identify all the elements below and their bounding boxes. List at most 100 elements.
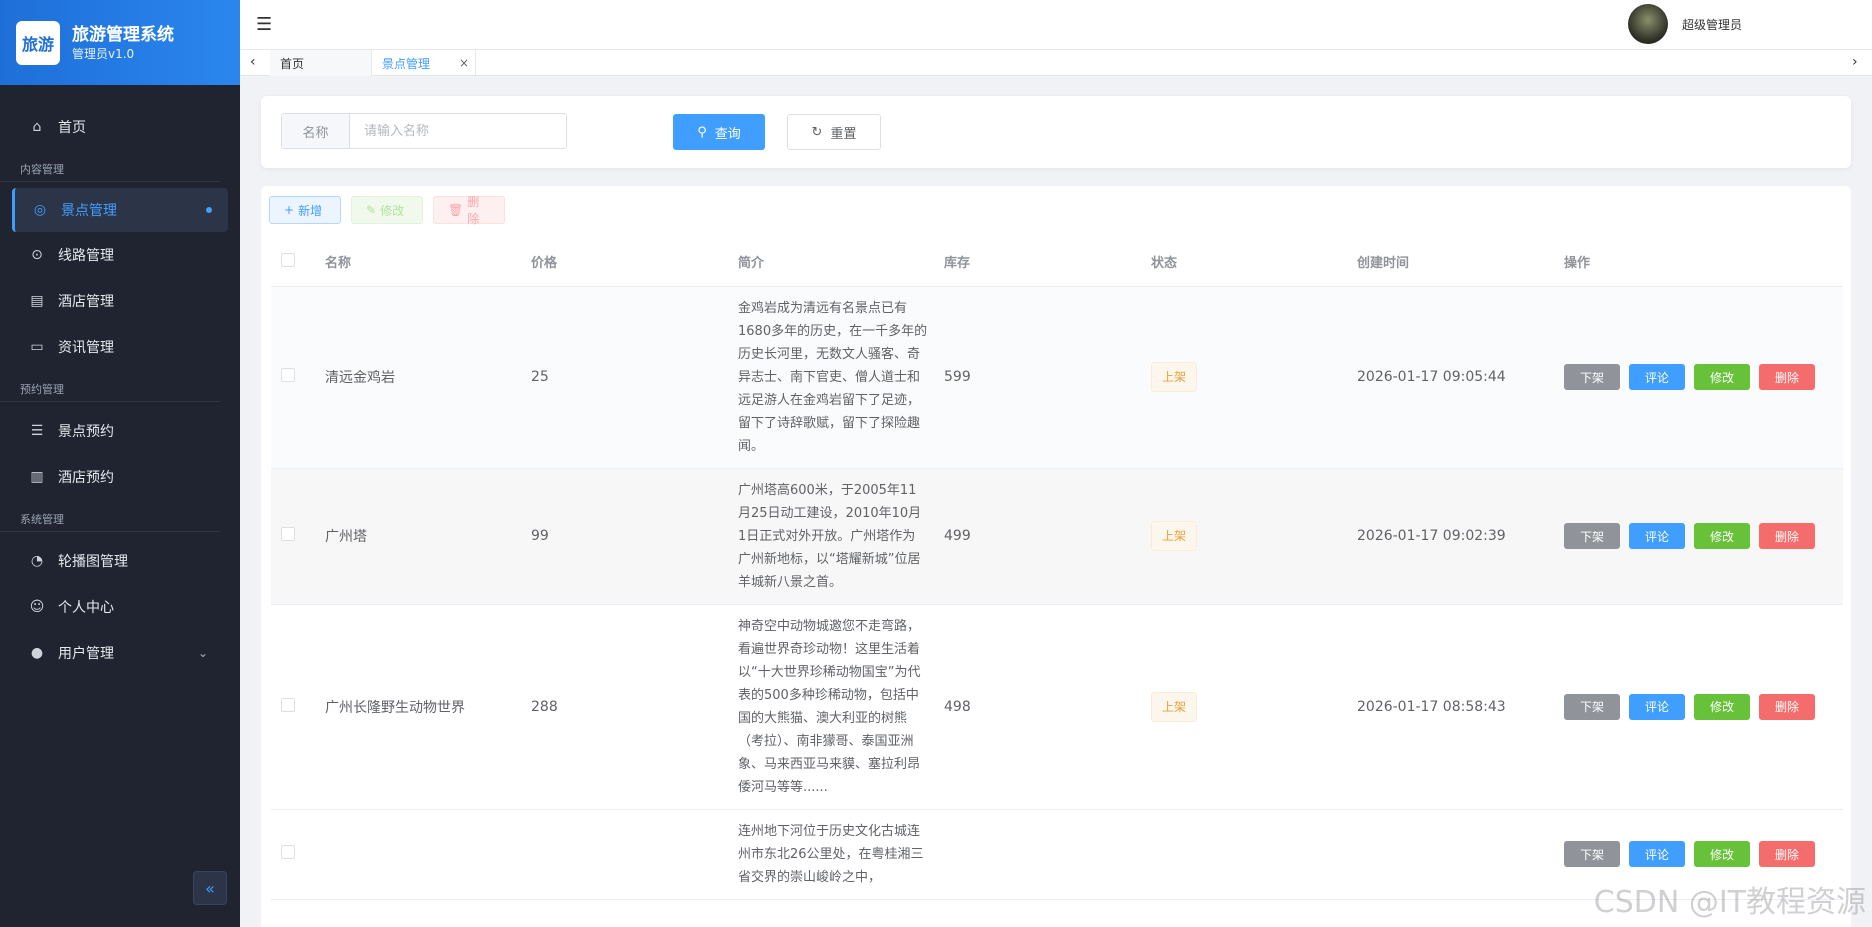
modify-button[interactable]: 修改 bbox=[1694, 693, 1750, 720]
plus-icon: + bbox=[284, 203, 295, 217]
cell-desc: 连州地下河位于历史文化古城连州市东北26公里处，在粤桂湘三省交界的崇山峻岭之中， bbox=[738, 823, 924, 885]
sidebar-item-users[interactable]: ● 用户管理 ⌄ bbox=[0, 630, 240, 676]
row-checkbox[interactable] bbox=[281, 697, 295, 712]
sidebar-item-news[interactable]: ▭ 资讯管理 bbox=[0, 324, 240, 370]
tabs-bar: ‹ 首页 景点管理 × › bbox=[240, 50, 1872, 76]
offline-button[interactable]: 下架 bbox=[1564, 523, 1620, 549]
cell-name bbox=[325, 809, 531, 900]
name-search-field: 名称 bbox=[281, 113, 567, 149]
cell-price: 288 bbox=[531, 604, 738, 810]
offline-button[interactable]: 下架 bbox=[1564, 364, 1620, 390]
comment-button[interactable]: 评论 bbox=[1629, 693, 1685, 720]
table-row: 广州长隆野生动物世界 288 神奇空中动物城邀您不走弯路，看遍世界奇珍动物！这里… bbox=[271, 604, 1843, 810]
document-icon: ▭ bbox=[30, 339, 44, 355]
cell-created: 2026-01-17 09:05:44 bbox=[1357, 286, 1564, 469]
search-label: 名称 bbox=[282, 114, 350, 148]
users-icon: ● bbox=[30, 645, 44, 661]
scenic-table: 名称 价格 简介 库存 状态 创建时间 操作 清远金鸡岩 25 金鸡岩成为清远有… bbox=[271, 238, 1843, 900]
trash-icon: 🗑 bbox=[448, 203, 464, 217]
edit-button[interactable]: ✎ 修改 bbox=[351, 196, 423, 224]
cell-name: 广州塔 bbox=[325, 468, 531, 605]
user-name[interactable]: 超级管理员 bbox=[1682, 16, 1742, 33]
sidebar: 旅游 旅游管理系统 管理员v1.0 ⌂ 首页 内容管理 ◎ 景点管理 ⊙ 线路管… bbox=[0, 0, 240, 927]
reset-button[interactable]: ↻ 重置 bbox=[787, 114, 881, 150]
row-checkbox[interactable] bbox=[281, 845, 295, 859]
select-all-checkbox[interactable] bbox=[281, 252, 295, 267]
delete-button[interactable]: 🗑 删除 bbox=[433, 195, 505, 226]
close-icon[interactable]: × bbox=[459, 56, 469, 70]
user-icon: ☺ bbox=[29, 599, 45, 615]
sidebar-item-label: 个人中心 bbox=[58, 600, 114, 616]
comment-button[interactable]: 评论 bbox=[1629, 364, 1685, 390]
column-header: 状态 bbox=[1151, 238, 1357, 287]
sidebar-item-home[interactable]: ⌂ 首页 bbox=[0, 104, 240, 150]
column-header: 创建时间 bbox=[1357, 238, 1564, 287]
sidebar-item-label: 轮播图管理 bbox=[58, 554, 128, 570]
sidebar-item-route[interactable]: ⊙ 线路管理 bbox=[0, 232, 240, 278]
tab-scenic[interactable]: 景点管理 × bbox=[372, 50, 476, 76]
query-label: 查询 bbox=[714, 126, 741, 142]
tab-label: 景点管理 bbox=[382, 56, 431, 71]
table-toolbar: + 新增 ✎ 修改 🗑 删除 bbox=[269, 195, 505, 226]
sidebar-item-scenic-booking[interactable]: ☰ 景点预约 bbox=[0, 408, 240, 454]
sidebar-item-label: 酒店管理 bbox=[58, 294, 114, 310]
cell-desc: 金鸡岩成为清远有名景点已有1680多年的历史，在一千多年的历史长河里，无数文人骚… bbox=[738, 300, 928, 454]
cell-status bbox=[1151, 809, 1357, 900]
sidebar-item-profile[interactable]: ☺ 个人中心 bbox=[0, 584, 240, 630]
sidebar-item-hotel[interactable]: ▤ 酒店管理 bbox=[0, 278, 240, 324]
sidebar-item-hotel-booking[interactable]: ▥ 酒店预约 bbox=[0, 454, 240, 500]
modify-button[interactable]: 修改 bbox=[1694, 364, 1750, 390]
app-logo: 旅游 bbox=[16, 20, 60, 65]
cell-created: 2026-01-17 09:02:39 bbox=[1357, 468, 1564, 605]
remove-button[interactable]: 删除 bbox=[1759, 523, 1815, 549]
modify-button[interactable]: 修改 bbox=[1694, 523, 1750, 549]
table-row: 广州塔 99 广州塔高600米，于2005年11月25日动工建设，2010年10… bbox=[271, 468, 1843, 605]
sidebar-item-label: 用户管理 bbox=[58, 646, 114, 662]
menu-group-booking: 预约管理 bbox=[0, 370, 220, 402]
sidebar-menu: ⌂ 首页 内容管理 ◎ 景点管理 ⊙ 线路管理 ▤ 酒店管理 ▭ 资讯管理 预约… bbox=[0, 104, 240, 676]
location-icon: ◎ bbox=[33, 202, 47, 218]
status-badge: 上架 bbox=[1151, 521, 1198, 551]
row-checkbox[interactable] bbox=[281, 368, 295, 382]
avatar[interactable] bbox=[1628, 4, 1668, 44]
status-badge: 上架 bbox=[1151, 691, 1198, 722]
offline-button[interactable]: 下架 bbox=[1564, 841, 1620, 867]
search-input[interactable] bbox=[350, 114, 566, 148]
sidebar-item-label: 景点管理 bbox=[61, 203, 117, 219]
edit-icon: ✎ bbox=[366, 203, 377, 217]
row-checkbox[interactable] bbox=[281, 527, 295, 541]
table-row: 清远金鸡岩 25 金鸡岩成为清远有名景点已有1680多年的历史，在一千多年的历史… bbox=[271, 286, 1843, 469]
remove-button[interactable]: 删除 bbox=[1759, 364, 1815, 390]
comment-button[interactable]: 评论 bbox=[1629, 523, 1685, 549]
cell-stock bbox=[944, 809, 1151, 900]
add-button[interactable]: + 新增 bbox=[269, 196, 341, 224]
chevron-right-icon[interactable]: › bbox=[1852, 54, 1858, 70]
offline-button[interactable]: 下架 bbox=[1564, 693, 1620, 720]
logo-area: 旅游 旅游管理系统 管理员v1.0 bbox=[0, 0, 240, 85]
sidebar-item-label: 线路管理 bbox=[58, 248, 114, 264]
menu-group-system: 系统管理 bbox=[0, 500, 220, 532]
modify-button[interactable]: 修改 bbox=[1694, 841, 1750, 867]
cell-created: 2026-01-17 08:58:43 bbox=[1357, 604, 1564, 810]
query-button[interactable]: ⚲ 查询 bbox=[673, 114, 765, 150]
tab-home[interactable]: 首页 bbox=[270, 50, 372, 76]
clipboard-icon: ▥ bbox=[30, 469, 44, 485]
search-icon: ⚲ bbox=[697, 124, 707, 140]
column-header: 简介 bbox=[738, 238, 944, 287]
comment-button[interactable]: 评论 bbox=[1629, 841, 1685, 867]
app-subtitle: 管理员v1.0 bbox=[72, 46, 135, 61]
sidebar-item-scenic[interactable]: ◎ 景点管理 bbox=[12, 188, 228, 232]
sidebar-item-label: 酒店预约 bbox=[58, 470, 114, 486]
collapse-sidebar-button[interactable]: « bbox=[193, 871, 227, 905]
status-badge: 上架 bbox=[1151, 362, 1198, 392]
cell-stock: 599 bbox=[944, 286, 1151, 469]
remove-button[interactable]: 删除 bbox=[1759, 693, 1815, 720]
chevron-left-icon[interactable]: ‹ bbox=[250, 54, 256, 70]
sidebar-item-carousel[interactable]: ◔ 轮播图管理 bbox=[0, 538, 240, 584]
table-header-row: 名称 价格 简介 库存 状态 创建时间 操作 bbox=[271, 238, 1843, 287]
menu-toggle-icon[interactable]: ☰ bbox=[256, 14, 272, 35]
chevron-down-icon: ⌄ bbox=[197, 646, 208, 660]
list-icon: ☰ bbox=[30, 423, 44, 439]
remove-button[interactable]: 删除 bbox=[1759, 841, 1815, 867]
building-icon: ▤ bbox=[30, 293, 44, 309]
